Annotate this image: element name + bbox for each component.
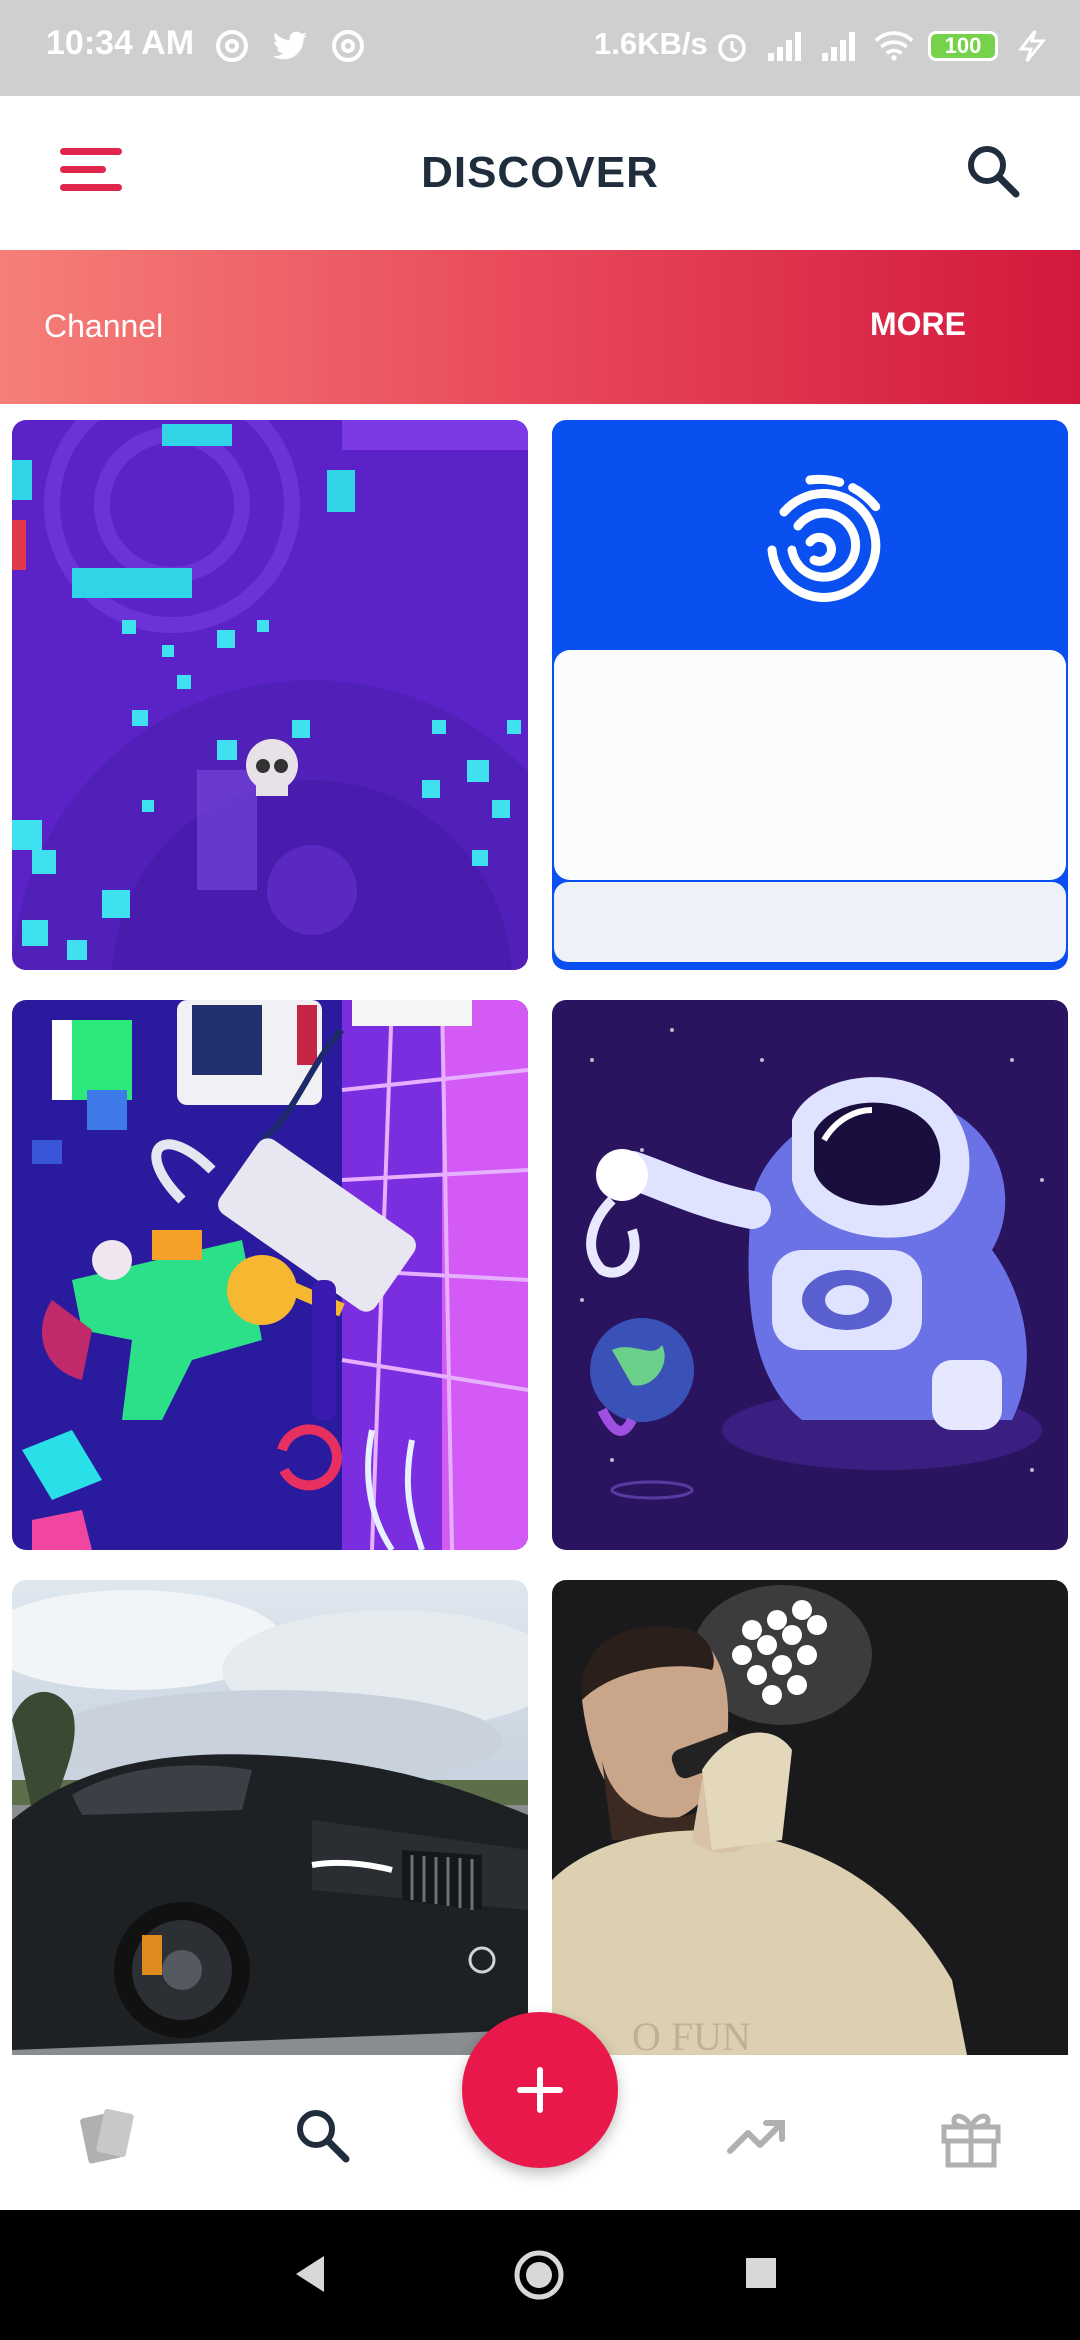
recents-icon[interactable] bbox=[744, 2256, 778, 2295]
at-sign-icon bbox=[328, 26, 368, 66]
astronaut-image bbox=[552, 1000, 1068, 1550]
search-icon[interactable] bbox=[962, 140, 1024, 202]
page-title: DISCOVER bbox=[421, 148, 659, 197]
battery-indicator: 100 bbox=[928, 31, 998, 61]
status-bar: 10:34 AM 1.6KB/s 100 bbox=[0, 0, 1080, 96]
signal-icon bbox=[766, 26, 806, 66]
system-navigation-bar bbox=[0, 2210, 1080, 2340]
channel-banner[interactable]: Channel MORE bbox=[0, 250, 1080, 404]
network-speed: 1.6KB/s bbox=[594, 26, 708, 61]
fingerprint-image bbox=[552, 420, 1068, 970]
gift-icon[interactable] bbox=[936, 2101, 1006, 2171]
sports-car-image bbox=[12, 1580, 528, 2055]
charging-icon bbox=[1012, 26, 1052, 66]
more-button[interactable]: MORE bbox=[870, 306, 966, 343]
signal-icon bbox=[820, 26, 860, 66]
tile-game-skull[interactable] bbox=[12, 420, 528, 970]
tile-astronaut[interactable] bbox=[552, 1000, 1068, 1550]
back-icon[interactable] bbox=[290, 2252, 330, 2301]
plus-icon bbox=[517, 2067, 563, 2113]
channel-label: Channel bbox=[44, 308, 164, 344]
status-system-icons: 100 bbox=[712, 26, 1052, 66]
tile-retro-gamer[interactable] bbox=[12, 1000, 528, 1550]
game-skull-image bbox=[12, 420, 528, 970]
cards-icon[interactable] bbox=[74, 2101, 144, 2171]
tile-singer[interactable]: O FUN O NONE bbox=[552, 1580, 1068, 2055]
search-icon[interactable] bbox=[288, 2101, 358, 2171]
tile-sports-car[interactable] bbox=[12, 1580, 528, 2055]
retro-gamer-image bbox=[12, 1000, 528, 1550]
twitter-icon bbox=[270, 26, 310, 66]
tile-fingerprint[interactable] bbox=[552, 420, 1068, 970]
singer-image: O FUN O NONE bbox=[552, 1580, 1068, 2055]
status-time: 10:34 AM bbox=[46, 24, 195, 62]
app-bar: DISCOVER bbox=[0, 96, 1080, 250]
home-icon[interactable] bbox=[512, 2248, 566, 2307]
status-notification-icons bbox=[212, 26, 368, 66]
wifi-icon bbox=[874, 26, 914, 66]
alarm-icon bbox=[712, 26, 752, 66]
add-button[interactable] bbox=[462, 2012, 618, 2168]
discover-grid: O FUN O NONE bbox=[12, 420, 1068, 2055]
at-sign-icon bbox=[212, 26, 252, 66]
trending-icon[interactable] bbox=[722, 2101, 792, 2171]
svg-text:O FUN: O FUN bbox=[632, 2014, 751, 2055]
